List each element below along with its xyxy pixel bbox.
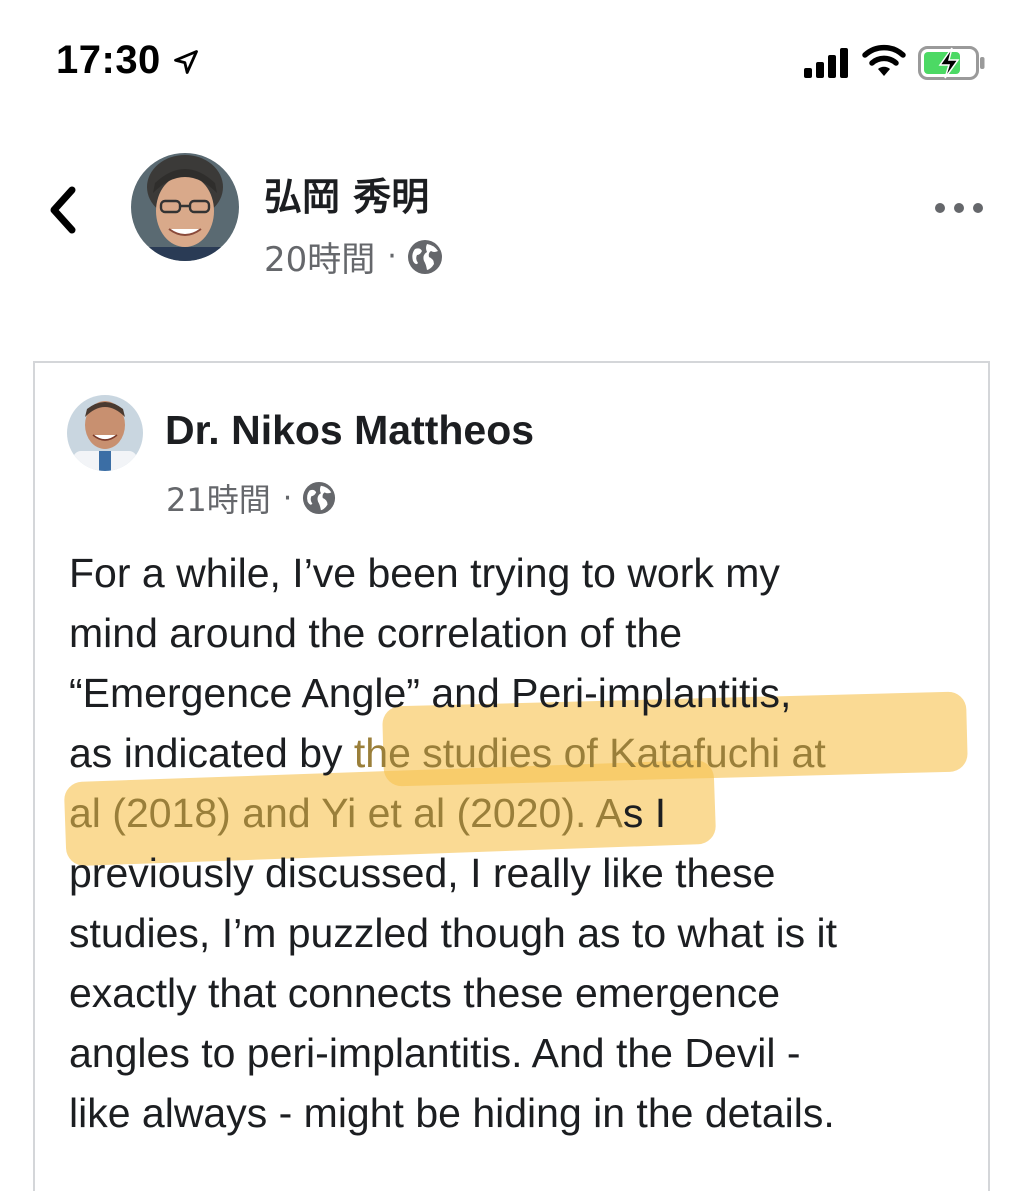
- more-options-button[interactable]: [932, 194, 986, 222]
- post-timestamp[interactable]: 20時間: [264, 232, 375, 281]
- post-text-line: mind around the correlation of the: [69, 610, 683, 656]
- back-button[interactable]: [40, 182, 90, 238]
- shared-post-card[interactable]: Dr. Nikos Mattheos 21時間 · For a while, I…: [33, 361, 990, 1191]
- post-text-line: studies, I’m puzzled though as to what i…: [69, 910, 838, 956]
- shared-author-avatar-image: [67, 395, 143, 471]
- post-text-line: For a while, I’ve been trying to work my: [69, 550, 780, 596]
- post-text-line: exactly that connects these emergence: [69, 970, 781, 1016]
- wifi-icon: [862, 44, 906, 76]
- highlighted-text: the studies of Katafuchi at: [353, 730, 826, 776]
- post-text-line: angles to peri-implantitis. And the Devi…: [69, 1030, 801, 1076]
- post-text-line: al (2018) and Yi et al (2020). As I: [69, 783, 969, 843]
- chevron-left-icon: [50, 186, 76, 234]
- shared-post-timestamp[interactable]: 21時間: [166, 475, 271, 521]
- cellular-signal-icon: [804, 48, 848, 78]
- post-text-segment: as indicated by: [69, 730, 354, 776]
- post-meta: 20時間 ·: [264, 232, 443, 281]
- shared-author-name[interactable]: Dr. Nikos Mattheos: [165, 407, 534, 454]
- post-text-line: “Emergence Angle” and Peri-implantitis,: [69, 670, 792, 716]
- status-bar: 17:30: [0, 0, 1024, 130]
- highlighted-text: al (2018) and Yi et al (2020). A: [69, 790, 623, 836]
- battery-charging-icon: [918, 46, 985, 80]
- meta-separator: ·: [387, 239, 397, 274]
- location-arrow-icon: [174, 50, 198, 74]
- globe-icon: [303, 481, 336, 515]
- status-time: 17:30: [56, 38, 161, 82]
- post-text-line: as indicated by the studies of Katafuchi…: [69, 723, 969, 783]
- post-text-segment: s I: [622, 790, 667, 836]
- ellipsis-icon: [935, 203, 983, 213]
- shared-post-meta: 21時間 ·: [166, 475, 336, 521]
- shared-post-body: For a while, I’ve been trying to work my…: [69, 543, 969, 1143]
- shared-author-avatar[interactable]: [67, 395, 143, 471]
- author-avatar[interactable]: [131, 153, 239, 261]
- author-avatar-image: [131, 153, 239, 261]
- globe-icon: [407, 239, 442, 274]
- meta-separator: ·: [282, 480, 293, 516]
- post-text-line: like always - might be hiding in the det…: [69, 1090, 835, 1136]
- post-author-name[interactable]: 弘岡 秀明: [264, 166, 429, 221]
- post-text-line: previously discussed, I really like thes…: [69, 850, 776, 896]
